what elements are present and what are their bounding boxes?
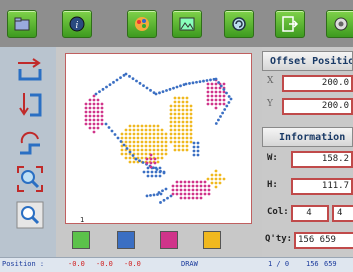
zoom-view-button[interactable] — [16, 201, 44, 229]
refresh-button[interactable] — [224, 10, 254, 38]
folder-icon — [14, 17, 30, 31]
arrow-right-icon — [18, 58, 42, 81]
col-field-2[interactable]: 4 — [332, 205, 353, 222]
export-button[interactable] — [275, 10, 305, 38]
status-count-2: 659 — [324, 260, 337, 268]
info-icon: i — [69, 16, 85, 32]
open-file-button[interactable] — [7, 10, 37, 38]
position-z: -0.0 — [124, 260, 141, 268]
zoom-in-button[interactable] — [16, 165, 44, 193]
color-swatch-yellow[interactable] — [203, 231, 221, 249]
image-button[interactable] — [172, 10, 202, 38]
page-indicator: 1 / 0 — [268, 260, 290, 268]
left-toolbar — [0, 47, 57, 257]
position-x: -0.0 — [68, 260, 85, 268]
rotate-button[interactable] — [16, 129, 44, 157]
canvas-area: 1 — [56, 47, 262, 257]
right-panel: Offset Position X 200.0 Y 200.0 Informat… — [262, 47, 353, 257]
info-button[interactable]: i — [62, 10, 92, 38]
gear-icon — [334, 17, 348, 31]
position-y: -0.0 — [96, 260, 113, 268]
qty-label: Q'ty: — [265, 234, 293, 244]
x-offset-field[interactable]: 200.0 — [282, 75, 353, 92]
picture-icon — [179, 17, 195, 31]
x-label: X — [267, 76, 274, 86]
height-field[interactable]: 111.7 — [291, 178, 353, 195]
color-swatch-blue[interactable] — [117, 231, 135, 249]
magnifier-icon — [16, 201, 44, 229]
color-palette-button[interactable] — [127, 10, 157, 38]
offset-position-title: Offset Position — [262, 51, 353, 71]
color-swatch-green[interactable] — [72, 231, 90, 249]
zoom-icon — [17, 166, 43, 192]
status-bar: Position : -0.0 -0.0 -0.0 DRAW 1 / 0 156… — [0, 257, 353, 272]
y-offset-field[interactable]: 200.0 — [282, 98, 353, 115]
information-title: Information — [262, 127, 353, 147]
col-label: Col: — [267, 207, 289, 217]
y-label: Y — [267, 99, 273, 109]
export-icon — [282, 16, 299, 32]
drawing-canvas[interactable]: 1 — [65, 53, 252, 224]
mode-indicator: DRAW — [181, 260, 198, 268]
palette-icon — [135, 17, 149, 31]
w-label: W: — [267, 153, 278, 163]
settings-button[interactable] — [326, 10, 353, 38]
bird-pattern-image — [84, 72, 233, 204]
qty-field[interactable]: 156 659 — [294, 232, 353, 249]
rotate-icon — [20, 131, 40, 155]
arrow-down-icon — [19, 93, 42, 117]
top-toolbar: i — [0, 0, 353, 47]
color-swatch-magenta[interactable] — [160, 231, 178, 249]
width-field[interactable]: 158.2 — [291, 151, 353, 168]
refresh-icon — [232, 17, 246, 31]
h-label: H: — [267, 180, 278, 190]
move-down-button[interactable] — [16, 91, 44, 119]
svg-text:i: i — [76, 21, 79, 31]
status-count-1: 156 — [306, 260, 319, 268]
move-right-button[interactable] — [16, 55, 44, 83]
position-label: Position : — [2, 260, 45, 268]
col-field[interactable]: 4 — [291, 205, 329, 222]
canvas-index: 1 — [80, 216, 85, 224]
